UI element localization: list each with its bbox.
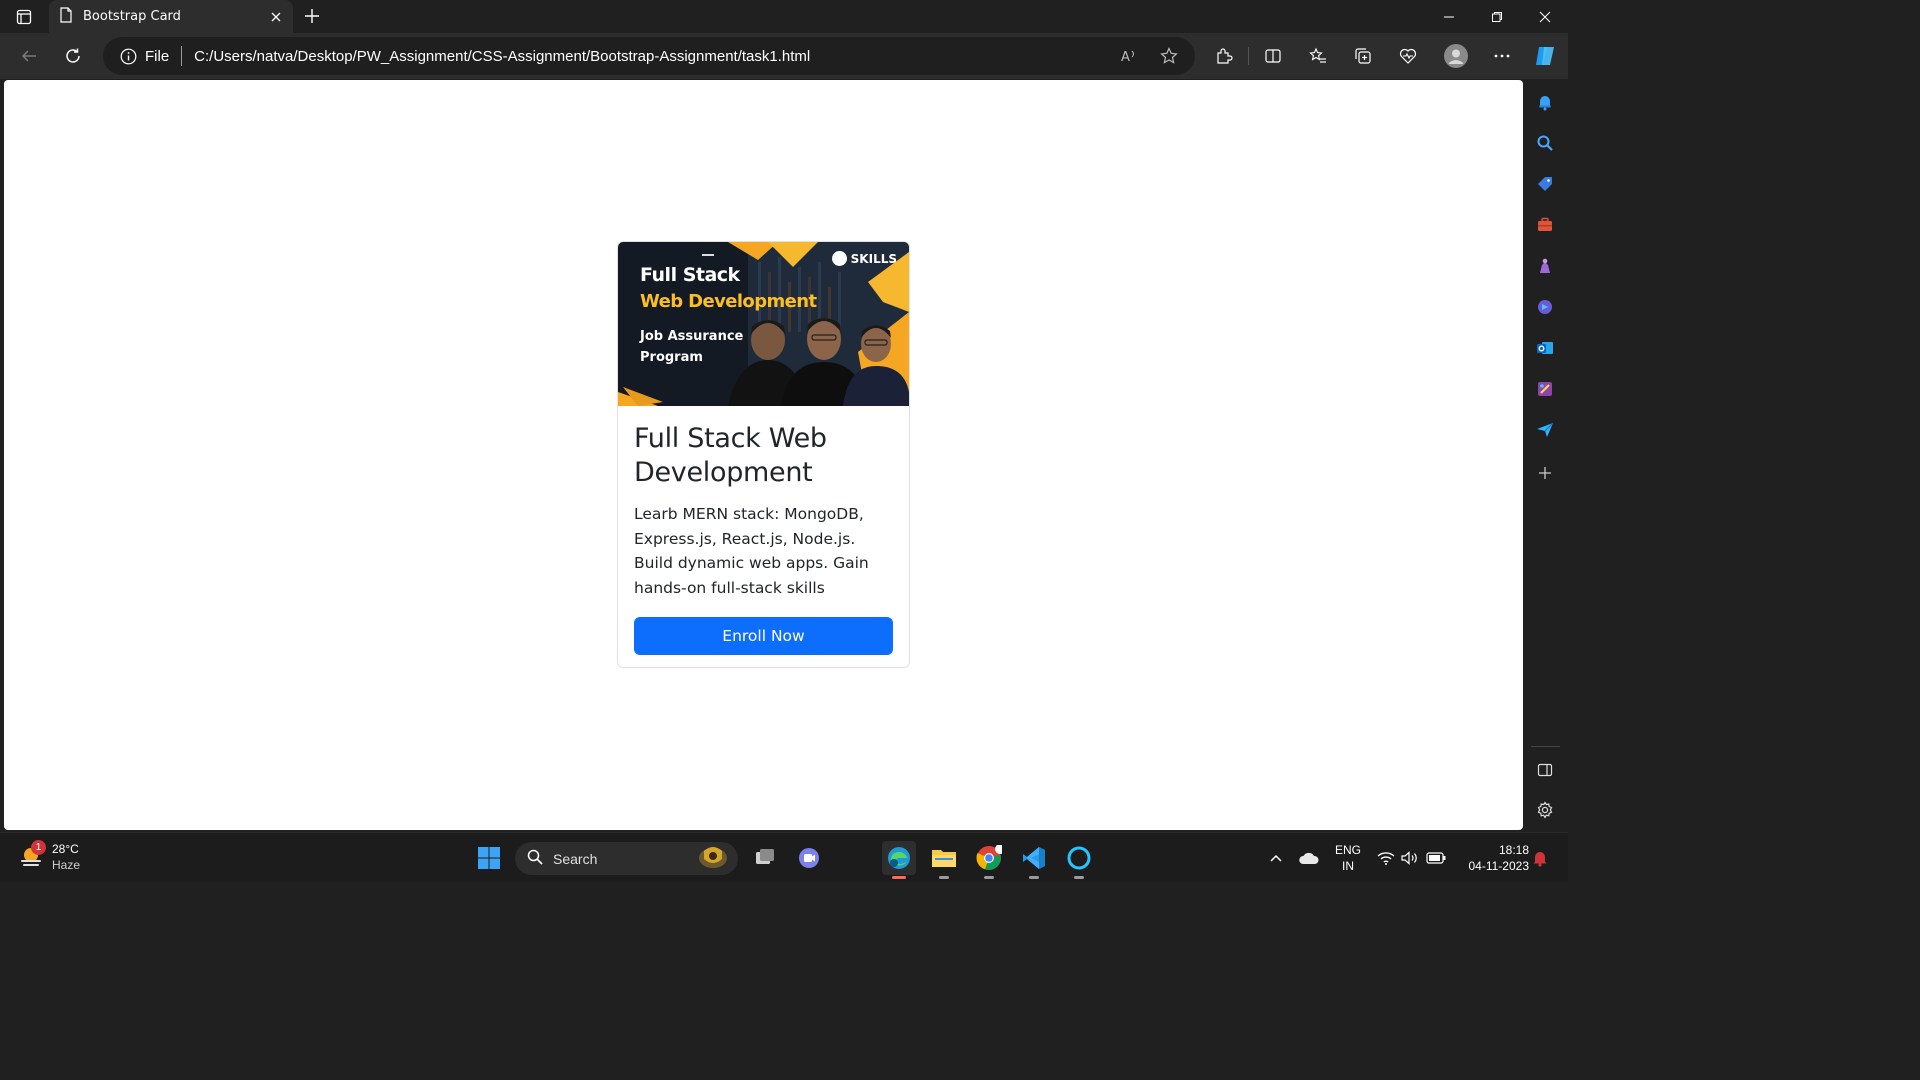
send-icon[interactable] bbox=[1535, 420, 1555, 440]
toolbar-divider bbox=[1248, 47, 1249, 65]
weather-badge: 1 bbox=[31, 840, 46, 855]
minimize-button[interactable] bbox=[1426, 0, 1472, 33]
running-indicator bbox=[1029, 876, 1039, 879]
skills-logo: SKILLS bbox=[831, 251, 897, 266]
new-tab-button[interactable] bbox=[300, 4, 324, 28]
split-screen-icon[interactable] bbox=[1259, 42, 1287, 70]
weather-haze-icon: 1 bbox=[18, 840, 46, 870]
search-icon bbox=[527, 849, 543, 869]
add-icon[interactable] bbox=[1535, 463, 1555, 483]
taskbar-vscode[interactable] bbox=[1017, 841, 1051, 879]
profile-avatar[interactable] bbox=[1442, 42, 1470, 70]
restore-button[interactable] bbox=[1474, 0, 1520, 33]
browser-toolbar: File C:/Users/natva/Desktop/PW_Assignmen… bbox=[0, 33, 1568, 79]
taskbar-file-explorer[interactable] bbox=[927, 841, 961, 879]
start-button[interactable] bbox=[472, 841, 506, 875]
language-code: ENG bbox=[1334, 843, 1361, 857]
favorites-icon[interactable] bbox=[1304, 42, 1332, 70]
search-placeholder: Search bbox=[553, 850, 598, 867]
edge-sidebar bbox=[1523, 80, 1568, 830]
favorite-star-icon[interactable] bbox=[1155, 42, 1183, 70]
address-separator bbox=[181, 46, 183, 66]
url-text[interactable]: C:/Users/natva/Desktop/PW_Assignment/CSS… bbox=[194, 48, 1115, 65]
banner-line-1: Full Stack bbox=[640, 264, 740, 286]
shopping-tag-icon[interactable] bbox=[1535, 174, 1555, 194]
enroll-now-button[interactable]: Enroll Now bbox=[634, 617, 893, 655]
tab-actions-icon[interactable] bbox=[8, 5, 40, 29]
task-view-button[interactable] bbox=[748, 841, 782, 875]
card-banner-image: SKILLS Full Stack Web Development Job As… bbox=[618, 242, 909, 406]
logo-text: SKILLS bbox=[850, 251, 897, 266]
page-viewport: SKILLS Full Stack Web Development Job As… bbox=[4, 80, 1523, 830]
banner-line-3: Job Assurance Program bbox=[640, 329, 744, 365]
copilot-icon[interactable] bbox=[1531, 42, 1559, 70]
tools-icon[interactable] bbox=[1535, 215, 1555, 235]
tab-title: Bootstrap Card bbox=[83, 9, 181, 24]
bell-icon[interactable] bbox=[1535, 92, 1555, 112]
card-description: Learb MERN stack: MongoDB, Express.js, R… bbox=[634, 505, 869, 597]
browser-tab[interactable]: Bootstrap Card bbox=[49, 0, 293, 33]
title-bar: Bootstrap Card bbox=[0, 0, 1568, 33]
close-tab-icon[interactable] bbox=[265, 6, 287, 28]
volume-icon[interactable] bbox=[1399, 841, 1421, 875]
refresh-button[interactable] bbox=[59, 42, 87, 70]
search-highlight-icon bbox=[696, 845, 730, 873]
running-indicator bbox=[984, 876, 994, 879]
svg-text:A: A bbox=[1121, 50, 1130, 64]
card-title: Full Stack Web Development bbox=[634, 423, 827, 488]
taskbar-cortana[interactable] bbox=[1062, 841, 1096, 879]
windows-taskbar: 1 28°C Haze Search ENG IN 18:18 04-11-20… bbox=[0, 832, 1568, 882]
outlook-icon[interactable] bbox=[1535, 338, 1555, 358]
region-code: IN bbox=[1342, 859, 1354, 873]
sidebar-divider bbox=[1531, 746, 1560, 747]
battery-icon[interactable] bbox=[1424, 841, 1448, 875]
weather-description: Haze bbox=[52, 858, 81, 872]
collections-icon[interactable] bbox=[1349, 42, 1377, 70]
weather-temperature: 28°C bbox=[52, 842, 79, 856]
notification-bell-icon[interactable] bbox=[1528, 841, 1552, 875]
address-bar[interactable]: File C:/Users/natva/Desktop/PW_Assignmen… bbox=[103, 37, 1195, 75]
settings-gear-icon[interactable] bbox=[1535, 800, 1555, 820]
card-body: Full Stack Web Development Learb MERN st… bbox=[618, 406, 909, 667]
more-menu-icon[interactable] bbox=[1488, 42, 1516, 70]
active-app-indicator bbox=[892, 876, 906, 879]
taskbar-search-box[interactable]: Search bbox=[515, 842, 738, 875]
copilot-app-icon[interactable] bbox=[1535, 297, 1555, 317]
clock[interactable]: 18:18 04-11-2023 bbox=[1455, 842, 1530, 874]
games-icon[interactable] bbox=[1535, 256, 1555, 276]
read-aloud-icon[interactable]: A bbox=[1115, 42, 1143, 70]
course-card: SKILLS Full Stack Web Development Job As… bbox=[617, 241, 910, 668]
onedrive-icon[interactable] bbox=[1292, 841, 1326, 875]
close-window-button[interactable] bbox=[1522, 0, 1568, 33]
page-icon bbox=[59, 6, 73, 27]
info-icon[interactable] bbox=[119, 47, 137, 65]
designer-icon[interactable] bbox=[1535, 379, 1555, 399]
clock-time: 18:18 bbox=[1498, 843, 1529, 857]
language-indicator[interactable]: ENG IN bbox=[1331, 842, 1365, 874]
running-indicator bbox=[1074, 876, 1084, 879]
show-hidden-icons-button[interactable] bbox=[1259, 841, 1293, 875]
weather-widget[interactable]: 1 28°C Haze bbox=[18, 840, 81, 873]
hide-sidebar-icon[interactable] bbox=[1535, 760, 1555, 780]
taskbar-chrome[interactable] bbox=[972, 841, 1006, 879]
teams-chat-button[interactable] bbox=[792, 841, 826, 875]
clock-date: 04-11-2023 bbox=[1468, 859, 1530, 873]
logo-icon bbox=[831, 251, 847, 266]
wifi-icon[interactable] bbox=[1375, 841, 1397, 875]
address-scheme-label: File bbox=[145, 47, 170, 65]
browser-essentials-icon[interactable] bbox=[1394, 42, 1422, 70]
extensions-icon[interactable] bbox=[1210, 42, 1238, 70]
banner-line-2: Web Development bbox=[640, 291, 817, 312]
taskbar-edge-app[interactable] bbox=[882, 841, 916, 879]
search-icon[interactable] bbox=[1535, 133, 1555, 153]
back-button[interactable] bbox=[15, 42, 43, 70]
running-indicator bbox=[939, 876, 949, 879]
